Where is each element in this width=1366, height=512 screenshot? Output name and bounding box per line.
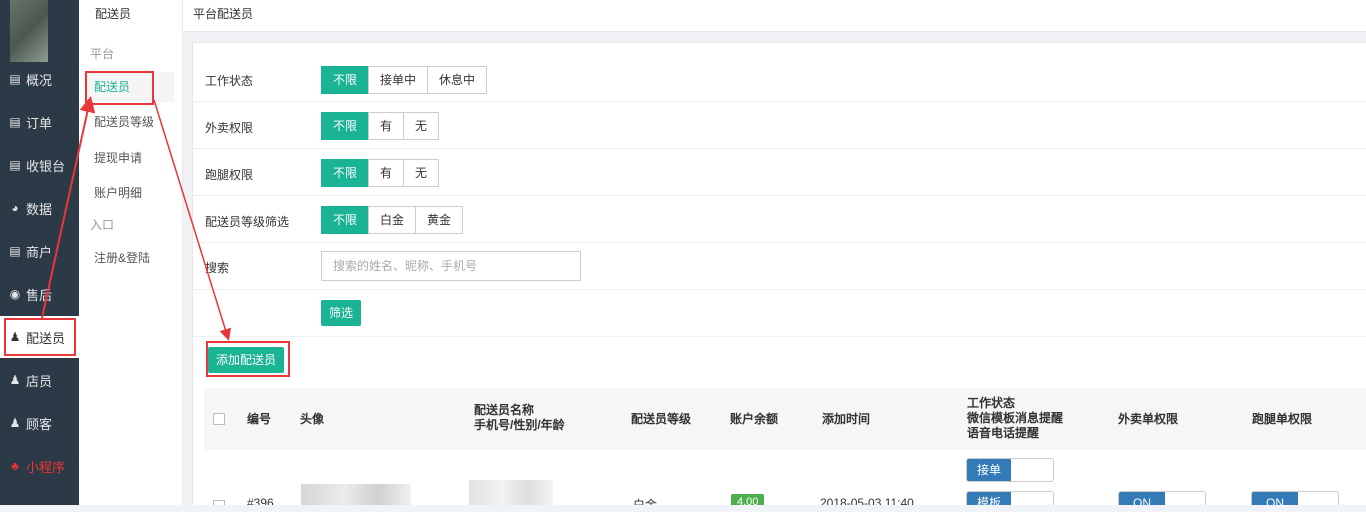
annotation-arrows <box>41 96 232 341</box>
arrow-subnav-to-add <box>153 99 232 341</box>
arrow-nav-to-subnav <box>41 96 96 319</box>
app-root: ▤ 概况 ▤ 订单 ▤ 收银台 ◕ 数据 ▤ 商户 ◉ 售后 ♟ 配送员 ♟ 店 <box>0 0 1366 512</box>
bottom-strip <box>0 505 1366 512</box>
